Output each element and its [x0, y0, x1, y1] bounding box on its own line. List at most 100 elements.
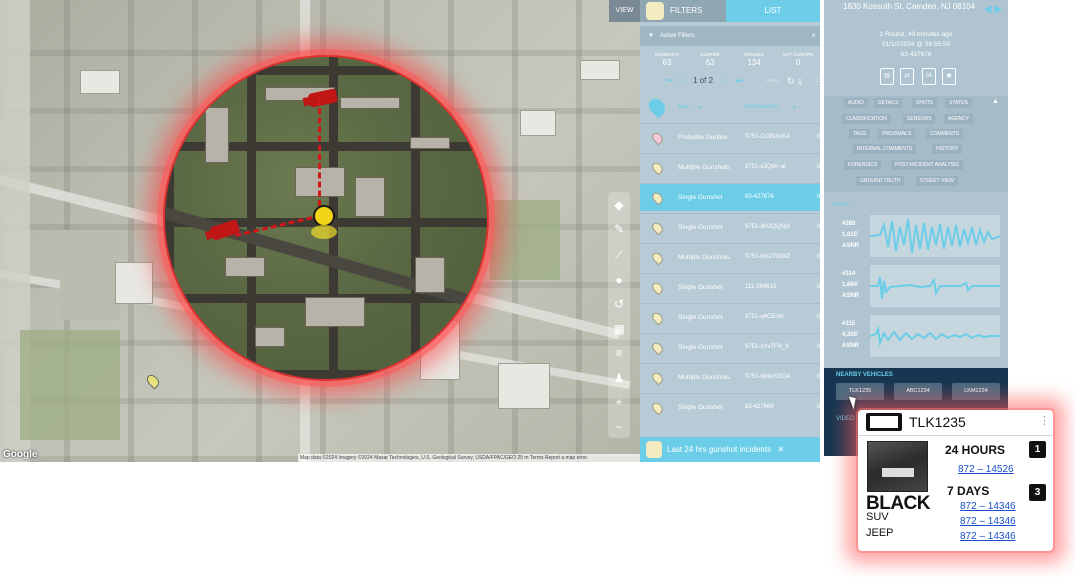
tab-post-incident-analysis[interactable]: POST-INCIDENT ANALYSIS [891, 160, 963, 170]
list-item[interactable]: Single Gunshot 9751-xXvTFN_9 0 [640, 333, 820, 361]
next-incident-icon[interactable]: ▶ [994, 4, 1002, 15]
incident-link[interactable]: 872 – 14346 [960, 501, 1016, 512]
report-icon[interactable]: IA [922, 68, 936, 85]
tab-forensics[interactable]: FORENSICS [844, 160, 882, 170]
audio-clip[interactable]: #115 4,305' ASNR [834, 315, 1000, 359]
tab-ground-truth[interactable]: GROUND TRUTH [856, 176, 905, 186]
7d-label: 7 DAYS [947, 484, 990, 498]
zoom-in-icon[interactable]: + [612, 395, 626, 409]
collapse-icon[interactable]: ▲ [992, 98, 999, 105]
column-id[interactable]: ShotSpotter ID [745, 104, 778, 110]
clipboard-icon[interactable]: ▤ [880, 68, 894, 85]
tab-agency[interactable]: AGENCY [944, 114, 974, 124]
tab-classification[interactable]: CLASSIFICATION [842, 114, 891, 124]
list-item[interactable]: Single Gunshot 111-264610 0 [640, 273, 820, 301]
tab-tags[interactable]: TAGS [849, 129, 871, 139]
camera-icon[interactable]: ◉ [942, 68, 956, 85]
column-type[interactable]: Type [678, 104, 689, 110]
gun-icon[interactable] [313, 205, 335, 227]
waveform-icon[interactable] [870, 215, 1000, 257]
sensor-id: #115 [842, 321, 856, 327]
last-24-hours-button[interactable]: Last 24 hrs gunshot incidents ✕ [640, 437, 820, 462]
more-options-icon[interactable]: ⋮ [1039, 414, 1050, 427]
download-icon[interactable]: ⤓ [798, 76, 802, 87]
incident-zoom-circle[interactable] [163, 55, 489, 381]
list-icon[interactable]: ≡ [612, 346, 626, 360]
audio-meta: #314 1,664' ASNR [842, 269, 859, 302]
list-item[interactable]: Single Gunshot 83-427669 0 [640, 393, 820, 421]
list-item-selected[interactable]: Single Gunshot 83-427676 0 [640, 183, 820, 211]
incident-id: 83-427676 [745, 194, 774, 200]
tab-filters[interactable]: FILTERS [640, 0, 726, 22]
incident-id: 83-427669 [745, 404, 774, 410]
incident-link[interactable]: 872 – 14526 [958, 464, 1014, 475]
incident-link[interactable]: 872 – 14346 [960, 516, 1016, 527]
refresh-icon[interactable]: ↻ [787, 76, 795, 87]
list-item[interactable]: Single Gunshot 9751-dH3QQNjd 0 [640, 213, 820, 241]
next-page-icon[interactable]: › [722, 76, 725, 85]
waveform-icon[interactable] [870, 315, 1000, 357]
incident-link[interactable]: 872 – 14346 [960, 531, 1016, 542]
list-item[interactable]: Multiple Gunshots 9751-WoeYGCj4 0 [640, 363, 820, 391]
tab-list[interactable]: LIST [726, 0, 820, 22]
more-icon[interactable]: ⋮ [813, 76, 820, 87]
prev-incident-icon[interactable]: ◀ [984, 4, 992, 15]
tab-audio[interactable]: AUDIO [844, 98, 868, 108]
pin-icon [650, 220, 665, 236]
tab-internal-comments[interactable]: INTERNAL COMMENTS [853, 144, 917, 154]
waveform-icon[interactable] [870, 265, 1000, 307]
pencil-icon[interactable]: ✎ [612, 222, 626, 236]
incident-type: Single Gunshot [678, 314, 723, 321]
list-item[interactable]: Multiple Gunshots 9751-xJQdk~al 0 [640, 153, 820, 181]
tab-view[interactable]: VIEW [609, 0, 640, 22]
last-page-icon[interactable]: ⏭ [736, 76, 743, 86]
map-incident-pin[interactable] [144, 372, 162, 390]
pin-icon[interactable]: ● [612, 273, 626, 287]
tab-sensors[interactable]: SENSORS [903, 114, 936, 124]
tab-proximals[interactable]: PROXIMALS [878, 129, 916, 139]
sensor-distance: 1,664' [842, 282, 859, 288]
zoom-building [340, 97, 400, 109]
vehicle-chip[interactable]: ABC1234 [894, 383, 942, 400]
zoom-building [205, 107, 229, 163]
map-attribution[interactable]: Map data ©2024 Imagery ©2024 Maxar Techn… [298, 454, 640, 462]
vehicle-chip[interactable]: LKM1234 [952, 383, 1000, 400]
incident-extra: 0 [816, 314, 820, 320]
history-icon[interactable]: ↺ [612, 297, 626, 311]
prev-page-icon[interactable]: ‹ [682, 76, 685, 85]
tab-comments[interactable]: COMMENTS [926, 129, 964, 139]
audio-clip[interactable]: #288 1,015' ASNR [834, 215, 1000, 259]
incident-id: 9751-6m27lDWZ [745, 254, 791, 260]
list-item[interactable]: Probable Gunfire 9751-Cs3NXxKA 0 [640, 123, 820, 151]
street-view-icon[interactable]: ♟ [612, 371, 626, 385]
tab-status[interactable]: STATUS [945, 98, 972, 108]
close-icon[interactable]: ✕ [777, 445, 784, 454]
tab-street-view[interactable]: STREET VIEW [916, 176, 958, 186]
tab-shots[interactable]: SHOTS [912, 98, 938, 108]
pin-icon [650, 400, 665, 416]
map-view[interactable]: ◆ ✎ ⟋ ● ↺ ▦ ≡ ♟ + − Google Map data ©202… [0, 0, 640, 462]
list-item[interactable]: Single Gunshot 9751-q4CEriet 0 [640, 303, 820, 331]
active-filters-header[interactable]: ▼ Active Filters × [640, 26, 820, 46]
audio-clip[interactable]: #314 1,664' ASNR [834, 265, 1000, 309]
sensor-tag: ASNR [842, 243, 860, 249]
grid-icon[interactable]: ▦ [612, 322, 626, 336]
close-icon[interactable]: × [811, 26, 816, 46]
stat-value: 63 [662, 58, 672, 67]
stat-value: 134 [747, 58, 761, 67]
sort-icon[interactable]: ▲ [698, 104, 703, 110]
vehicle-photo[interactable] [867, 441, 928, 492]
first-page-icon[interactable]: ⏮ [666, 76, 673, 86]
tab-details[interactable]: DETAILS [874, 98, 903, 108]
sort-icon[interactable]: ▲ [792, 104, 797, 110]
pin-icon [650, 280, 665, 296]
tab-history[interactable]: HISTORY [932, 144, 963, 154]
sensor-tag: ASNR [842, 293, 860, 299]
layers-icon[interactable]: ◆ [612, 198, 626, 212]
list-item[interactable]: Multiple Gunshots 9751-6m27lDWZ 0 [640, 243, 820, 271]
share-icon[interactable]: ⇄ [900, 68, 914, 85]
vehicle-chip[interactable]: TLK1235 [836, 383, 884, 400]
ruler-icon[interactable]: ⟋ [612, 248, 626, 262]
pin-icon [645, 95, 669, 119]
zoom-out-icon[interactable]: − [612, 420, 626, 434]
